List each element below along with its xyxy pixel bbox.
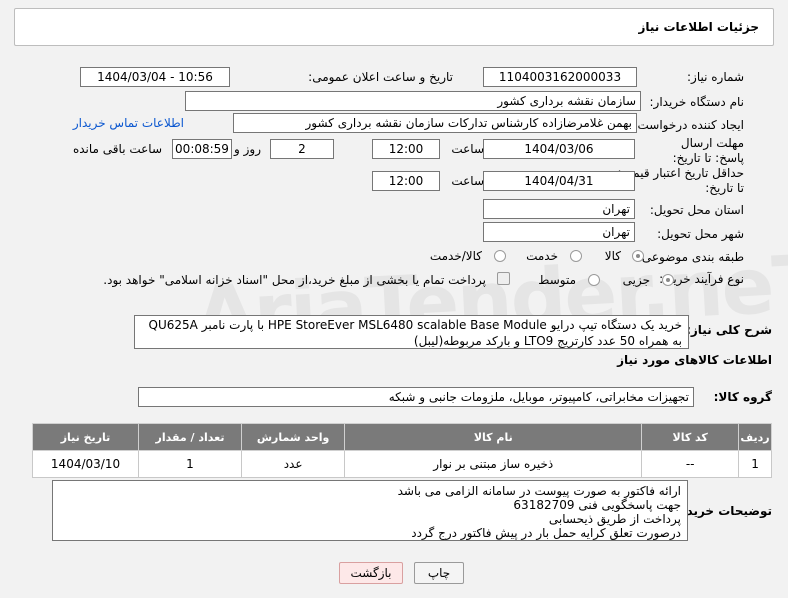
col-date: تاریخ نیاز bbox=[31, 423, 140, 451]
table-row[interactable]: 1 -- ذخیره ساز مبتنی بر نوار عدد 1 1404/… bbox=[31, 450, 772, 478]
col-code: کد کالا bbox=[641, 423, 740, 451]
remaining-label: ساعت باقی مانده bbox=[72, 142, 162, 156]
payment-checkbox[interactable] bbox=[497, 272, 510, 285]
deadline-time-label: ساعت bbox=[451, 142, 484, 156]
deadline-label: مهلت ارسال پاسخ: تا تاریخ: bbox=[672, 136, 744, 165]
deadline-time-field[interactable]: 12:00 bbox=[372, 139, 440, 159]
deadline-date-field[interactable]: 1404/03/06 bbox=[483, 139, 635, 159]
process-option-minor: جزیی bbox=[622, 273, 650, 287]
province-label: استان محل تحویل: bbox=[649, 203, 744, 217]
category-option-service: خدمت bbox=[526, 249, 558, 263]
category-radio-goods[interactable] bbox=[632, 250, 644, 262]
buyer-note-line: درصورت تعلق کرایه حمل بار در پیش فاکتور … bbox=[411, 526, 681, 540]
process-radio-medium[interactable] bbox=[588, 274, 600, 286]
print-button[interactable]: چاپ bbox=[414, 562, 464, 584]
need-number-label: شماره نیاز: bbox=[687, 70, 744, 84]
description-label: شرح کلی نیاز: bbox=[686, 323, 772, 337]
buyer-notes-textarea[interactable]: ارائه فاکتور به صورت پیوست در سامانه الز… bbox=[52, 480, 688, 541]
remaining-time-field[interactable]: 00:08:59 bbox=[172, 139, 232, 159]
buyer-org-field[interactable]: سازمان نقشه برداری کشور bbox=[185, 91, 641, 111]
buyer-note-line: ارائه فاکتور به صورت پیوست در سامانه الز… bbox=[397, 484, 681, 498]
process-option-medium: متوسط bbox=[538, 273, 576, 287]
cell-code: -- bbox=[641, 450, 740, 478]
process-radio-minor[interactable] bbox=[662, 274, 674, 286]
description-line-1: خرید یک دستگاه تیپ درایو HPE StoreEver M… bbox=[148, 318, 682, 332]
city-label: شهر محل تحویل: bbox=[657, 227, 744, 241]
creator-label: ایجاد کننده درخواست: bbox=[633, 118, 744, 132]
items-table: ردیف کد کالا نام کالا واحد شمارش تعداد /… bbox=[31, 423, 772, 478]
table-header-row: ردیف کد کالا نام کالا واحد شمارش تعداد /… bbox=[31, 423, 772, 451]
buyer-org-label: نام دستگاه خریدار: bbox=[649, 95, 745, 109]
announce-field[interactable]: 1404/03/04 - 10:56 bbox=[80, 67, 230, 87]
description-textarea[interactable]: خرید یک دستگاه تیپ درایو HPE StoreEver M… bbox=[134, 315, 689, 349]
goods-group-label: گروه کالا: bbox=[713, 390, 772, 404]
category-radio-service[interactable] bbox=[570, 250, 582, 262]
col-qty: تعداد / مقدار bbox=[138, 423, 242, 451]
validity-time-field[interactable]: 12:00 bbox=[372, 171, 440, 191]
goods-group-field[interactable]: تجهیزات مخابراتی، کامپیوتر، موبایل، ملزو… bbox=[138, 387, 694, 407]
creator-field[interactable]: بهمن غلامرضازاده کارشناس تدارکات سازمان … bbox=[233, 113, 637, 133]
buyer-note-line: جهت پاسخگویی فنی 63182709 bbox=[513, 498, 681, 512]
category-option-both: کالا/خدمت bbox=[429, 249, 482, 263]
category-option-goods: کالا bbox=[604, 249, 621, 263]
description-line-2: به همراه 50 عدد کارتریج LTO9 و بارکد مرب… bbox=[413, 334, 682, 348]
city-field[interactable]: تهران bbox=[483, 222, 635, 242]
cell-date: 1404/03/10 bbox=[31, 450, 140, 478]
page-title: جزئیات اطلاعات نیاز bbox=[638, 20, 759, 34]
buyer-note-line: پرداخت از طریق ذیحسابی bbox=[548, 512, 681, 526]
cell-qty: 1 bbox=[138, 450, 242, 478]
cell-unit: عدد bbox=[240, 450, 346, 478]
back-button[interactable]: بازگشت bbox=[339, 562, 403, 584]
need-number-field[interactable]: 1104003162000033 bbox=[483, 67, 637, 87]
contact-info-link[interactable]: اطلاعات تماس خریدار bbox=[73, 116, 184, 130]
announce-label: تاریخ و ساعت اعلان عمومی: bbox=[308, 70, 453, 84]
category-label: طبقه بندی موضوعی: bbox=[637, 250, 744, 264]
province-field[interactable]: تهران bbox=[483, 199, 635, 219]
cell-name: ذخیره ساز مبتنی بر نوار bbox=[344, 450, 643, 478]
days-label: روز و bbox=[234, 142, 261, 156]
validity-date-field[interactable]: 1404/04/31 bbox=[483, 171, 635, 191]
header-panel: جزئیات اطلاعات نیاز bbox=[14, 8, 774, 46]
col-name: نام کالا bbox=[344, 423, 643, 451]
col-row: ردیف bbox=[738, 423, 772, 451]
category-radio-both[interactable] bbox=[494, 250, 506, 262]
days-field[interactable]: 2 bbox=[270, 139, 334, 159]
cell-row: 1 bbox=[738, 450, 772, 478]
goods-section-title: اطلاعات کالاهای مورد نیاز bbox=[617, 353, 772, 367]
validity-time-label: ساعت bbox=[451, 174, 484, 188]
payment-note: پرداخت تمام یا بخشی از مبلغ خرید،از محل … bbox=[103, 273, 486, 287]
col-unit: واحد شمارش bbox=[240, 423, 346, 451]
